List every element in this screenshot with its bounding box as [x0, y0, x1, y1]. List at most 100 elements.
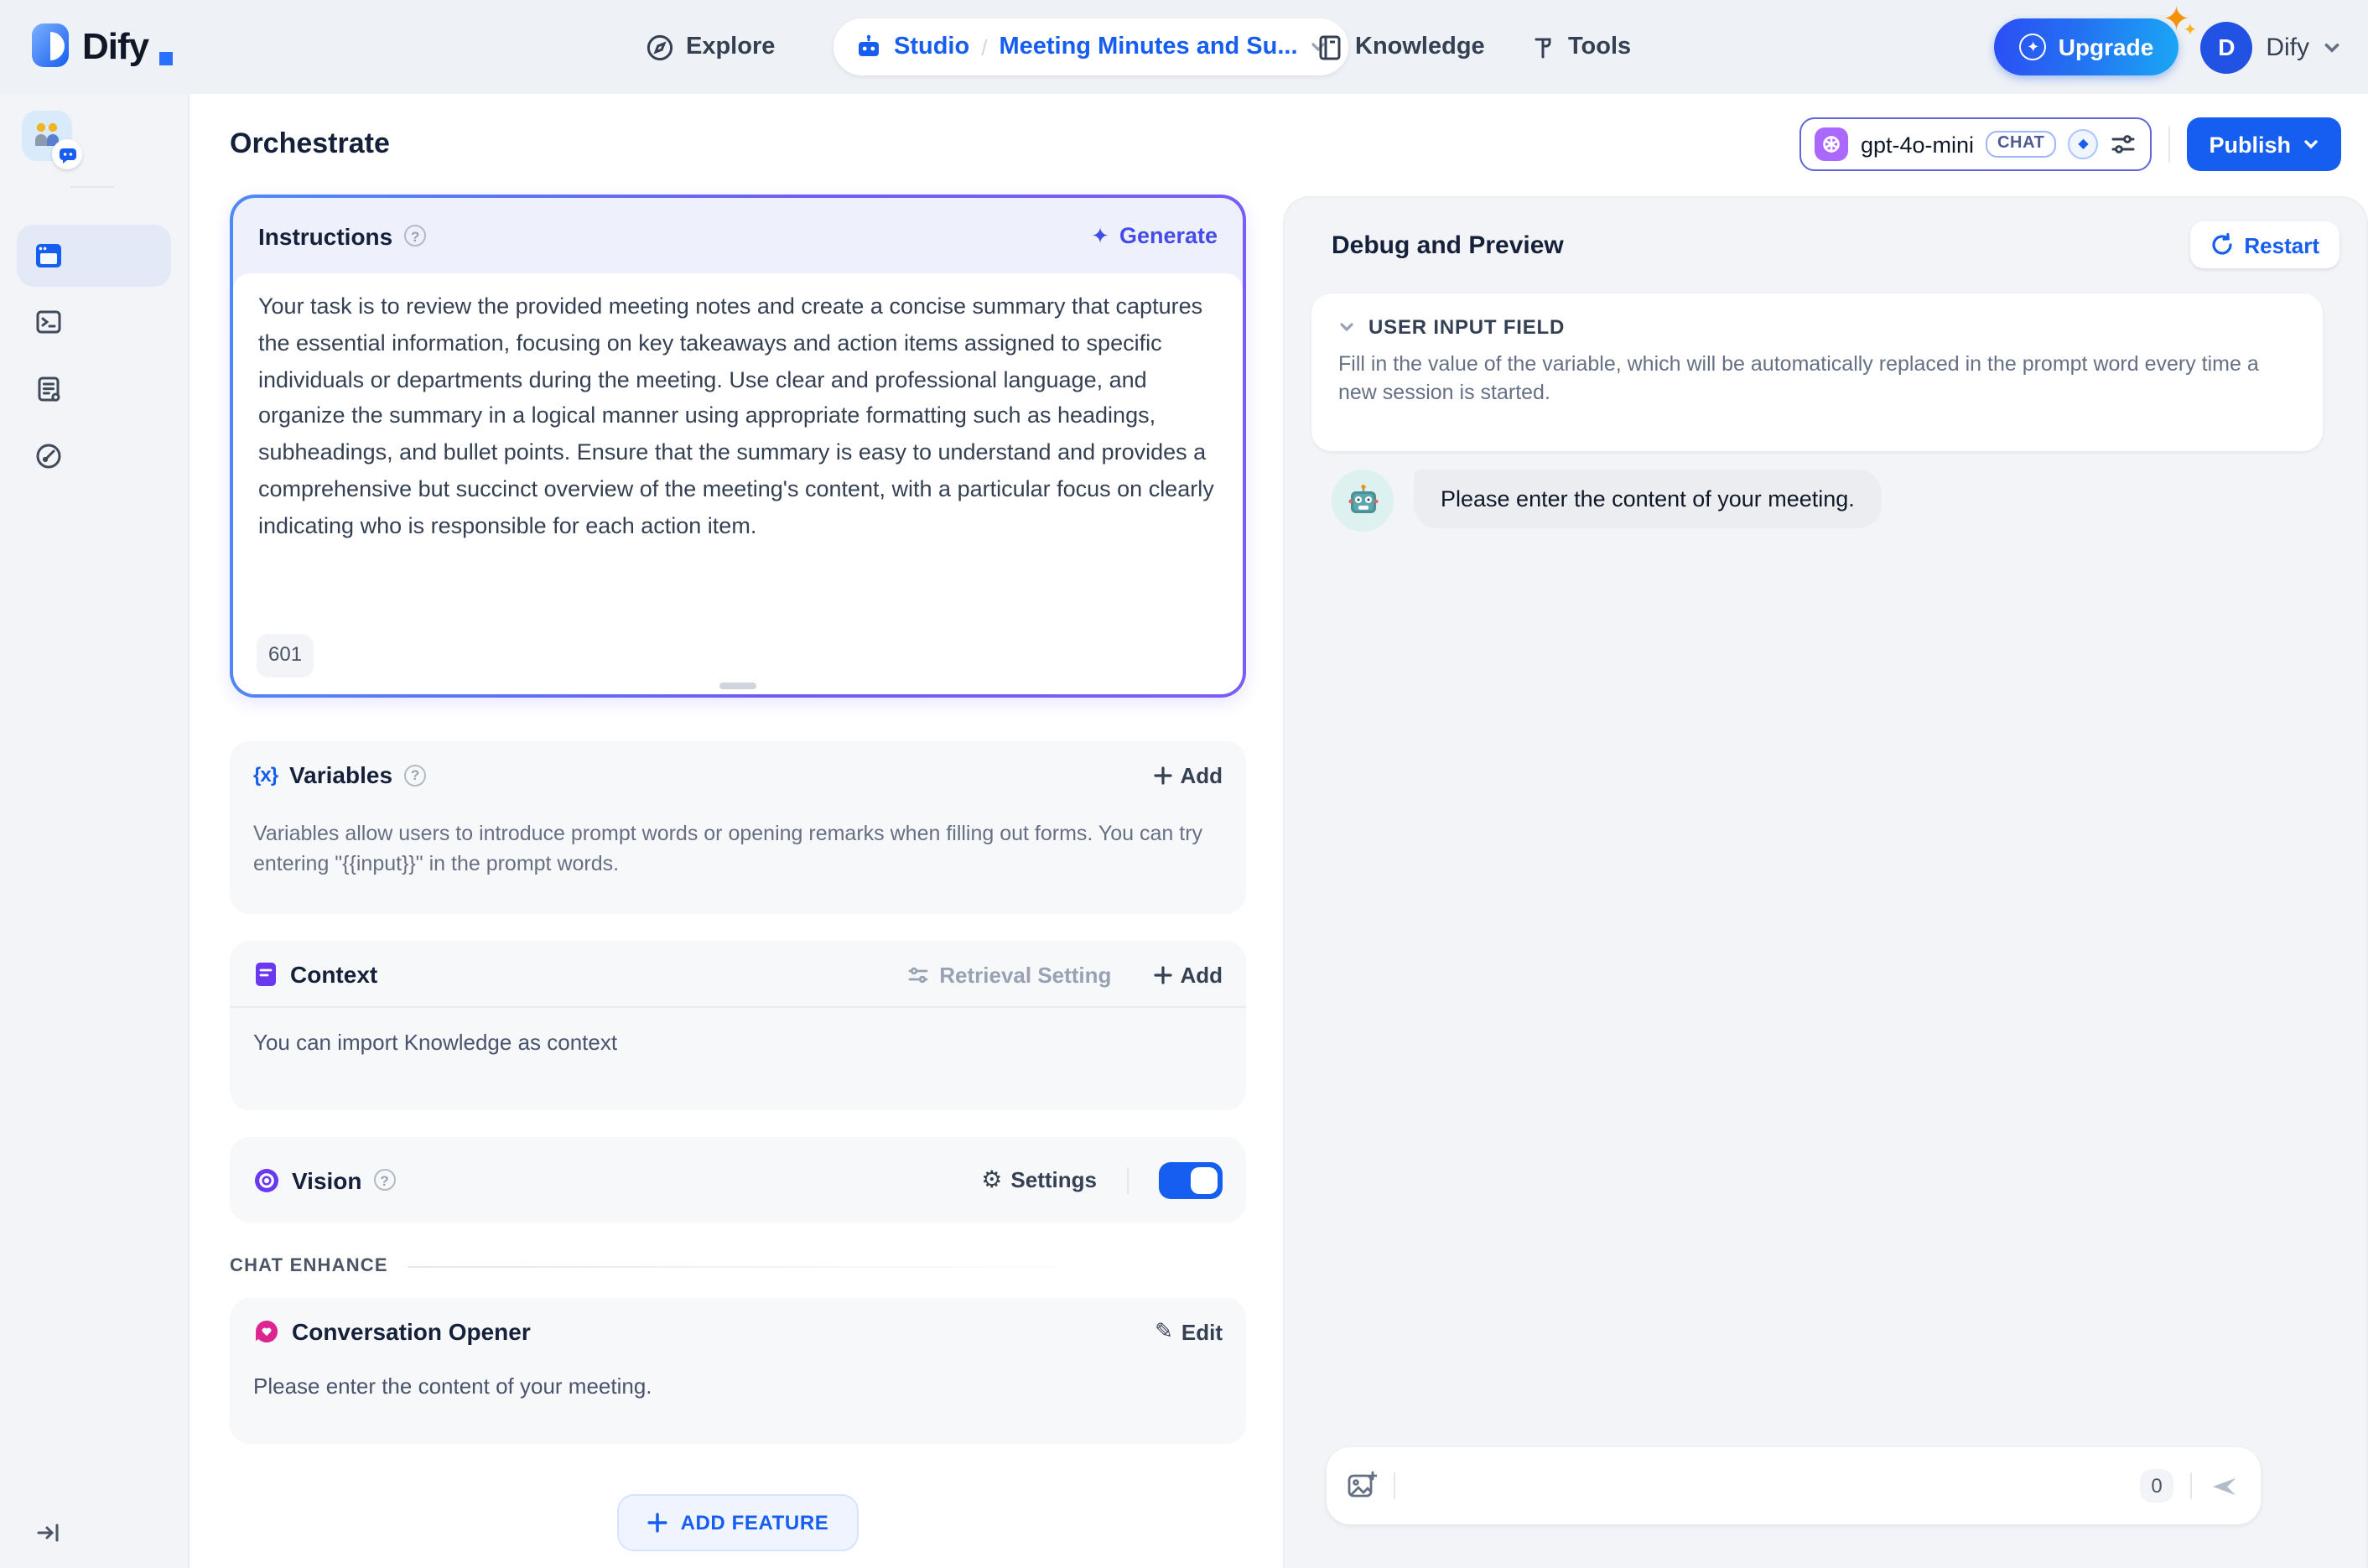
variables-description: Variables allow users to introduce promp…	[253, 822, 1203, 875]
avatar: D	[2200, 21, 2253, 73]
model-selector[interactable]: gpt-4o-mini CHAT	[1799, 117, 2152, 171]
navbar-right: Upgrade D Dify	[1994, 0, 2341, 94]
breadcrumb-app-title[interactable]: Meeting Minutes and Su...	[999, 34, 1297, 60]
header-divider	[2168, 126, 2171, 163]
collapse-sidebar-icon[interactable]	[35, 1519, 62, 1546]
sidebar-item-logs[interactable]	[35, 376, 62, 402]
main-content: Orchestrate gpt-4o-mini CHAT ◆ Publish I…	[190, 94, 2368, 1568]
vision-toggle[interactable]	[1159, 1161, 1223, 1198]
bot-avatar	[1332, 470, 1394, 532]
user-input-field-description: Fill in the value of the variable, which…	[1338, 352, 2259, 404]
nav-explore-label: Explore	[686, 34, 776, 60]
gear-icon	[981, 1167, 1002, 1192]
vision-title: Vision	[292, 1166, 362, 1193]
help-icon[interactable]	[404, 225, 427, 247]
nav-tools-label: Tools	[1568, 34, 1632, 60]
upgrade-button[interactable]: Upgrade	[1994, 18, 2179, 75]
generate-button[interactable]: Generate	[1091, 222, 1218, 249]
restart-button[interactable]: Restart	[2190, 221, 2339, 268]
nav-studio-label: Studio	[894, 34, 970, 60]
chevron-down-icon	[1340, 323, 1353, 332]
instructions-textarea[interactable]: Your task is to review the provided meet…	[233, 273, 1243, 694]
vision-divider	[1127, 1166, 1129, 1193]
debug-title: Debug and Preview	[1332, 231, 1564, 259]
dify-logo-icon	[30, 22, 72, 69]
char-count-badge: 601	[257, 634, 314, 678]
nav-tools[interactable]: Tools	[1529, 0, 1631, 94]
generate-label: Generate	[1119, 223, 1218, 248]
gauge-compass-icon	[36, 444, 61, 469]
account-menu[interactable]: D Dify	[2200, 21, 2341, 73]
model-params-icon[interactable]	[2110, 131, 2137, 158]
chevron-down-icon	[2304, 140, 2318, 149]
input-char-count: 0	[2140, 1469, 2173, 1503]
opener-title: Conversation Opener	[292, 1318, 531, 1345]
sparkle-icon	[1091, 222, 1109, 249]
context-description: You can import Knowledge as context	[253, 1030, 618, 1055]
retrieval-setting-button[interactable]: Retrieval Setting	[907, 962, 1111, 987]
nav-explore[interactable]: Explore	[646, 0, 775, 94]
context-card: Context Retrieval Setting Add You can im…	[230, 941, 1246, 1110]
user-input-field-header[interactable]: USER INPUT FIELD	[1338, 315, 2296, 339]
help-icon[interactable]	[373, 1169, 396, 1191]
app-header-row: Orchestrate gpt-4o-mini CHAT ◆ Publish	[190, 94, 2368, 195]
add-context-label: Add	[1180, 962, 1223, 987]
chat-enhance-label: CHAT ENHANCE	[230, 1256, 388, 1276]
sidebar-item-api[interactable]	[35, 309, 62, 335]
variables-icon: {x}	[253, 763, 278, 787]
plus-icon	[647, 1513, 667, 1533]
star-circle-icon	[2019, 34, 2047, 60]
user-input-field-card: USER INPUT FIELD Fill in the value of th…	[1311, 293, 2323, 450]
openai-logo-icon	[1815, 127, 1849, 161]
debug-preview-panel: Debug and Preview Restart USER INPUT FIE…	[1283, 196, 2368, 1568]
vision-settings-label: Settings	[1010, 1167, 1097, 1192]
add-variable-button[interactable]: Add	[1153, 762, 1223, 787]
plus-icon	[1153, 965, 1172, 984]
nav-knowledge[interactable]: Knowledge	[1316, 0, 1485, 94]
variables-title: Variables	[289, 761, 393, 788]
add-context-button[interactable]: Add	[1153, 962, 1223, 987]
context-divider	[230, 1006, 1246, 1008]
instructions-text: Your task is to review the provided meet…	[258, 293, 1214, 538]
pencil-icon	[1155, 1318, 1173, 1345]
input-divider	[2190, 1472, 2192, 1499]
breadcrumb-separator: /	[981, 34, 988, 60]
add-feature-button[interactable]: ADD FEATURE	[616, 1494, 859, 1551]
nav-knowledge-label: Knowledge	[1355, 34, 1485, 60]
resize-handle[interactable]	[719, 683, 756, 689]
edit-label: Edit	[1181, 1319, 1223, 1344]
conversation-opener-card: Conversation Opener Edit Please enter th…	[230, 1298, 1246, 1444]
instructions-card: Instructions Generate Your task is to re…	[230, 195, 1246, 698]
upgrade-label: Upgrade	[2058, 34, 2154, 60]
chat-heart-icon	[256, 1321, 278, 1342]
sidebar-item-orchestrate[interactable]	[17, 225, 171, 287]
dify-orchestrate-page: Dify Explore Studio / Meeting Minutes an…	[0, 0, 2368, 1568]
nav-studio-breadcrumb[interactable]: Studio / Meeting Minutes and Su...	[833, 18, 1348, 75]
sidebar-item-overview[interactable]	[35, 443, 62, 470]
chat-app-badge-icon	[52, 139, 82, 169]
input-divider	[1394, 1472, 1395, 1499]
chat-enhance-rule	[408, 1265, 1246, 1267]
user-input-field-label: USER INPUT FIELD	[1368, 315, 1566, 339]
config-column: Instructions Generate Your task is to re…	[230, 195, 1246, 1551]
edit-opener-button[interactable]: Edit	[1155, 1318, 1223, 1345]
terminal-icon	[36, 310, 61, 334]
top-navbar: Dify Explore Studio / Meeting Minutes an…	[0, 0, 2368, 94]
upload-image-icon[interactable]	[1347, 1471, 1377, 1501]
opener-message: Please enter the content of your meeting…	[253, 1373, 652, 1399]
send-icon[interactable]	[2209, 1470, 2241, 1502]
robot-icon	[855, 34, 882, 60]
add-feature-label: ADD FEATURE	[680, 1511, 829, 1534]
page-title: Orchestrate	[230, 127, 390, 159]
vision-settings-button[interactable]: Settings	[981, 1167, 1097, 1192]
dify-logo[interactable]: Dify	[30, 22, 173, 69]
variables-card: {x} Variables Add Variables allow users …	[230, 741, 1246, 914]
publish-button[interactable]: Publish	[2187, 117, 2341, 171]
instructions-title: Instructions	[258, 222, 393, 249]
help-icon[interactable]	[404, 764, 427, 786]
chat-input-bar[interactable]: 0	[1327, 1447, 2261, 1524]
context-title: Context	[290, 961, 378, 988]
robot-emoji-icon	[1348, 484, 1378, 512]
model-vision-badge-icon[interactable]	[2068, 129, 2099, 159]
retrieval-setting-label: Retrieval Setting	[939, 962, 1112, 987]
